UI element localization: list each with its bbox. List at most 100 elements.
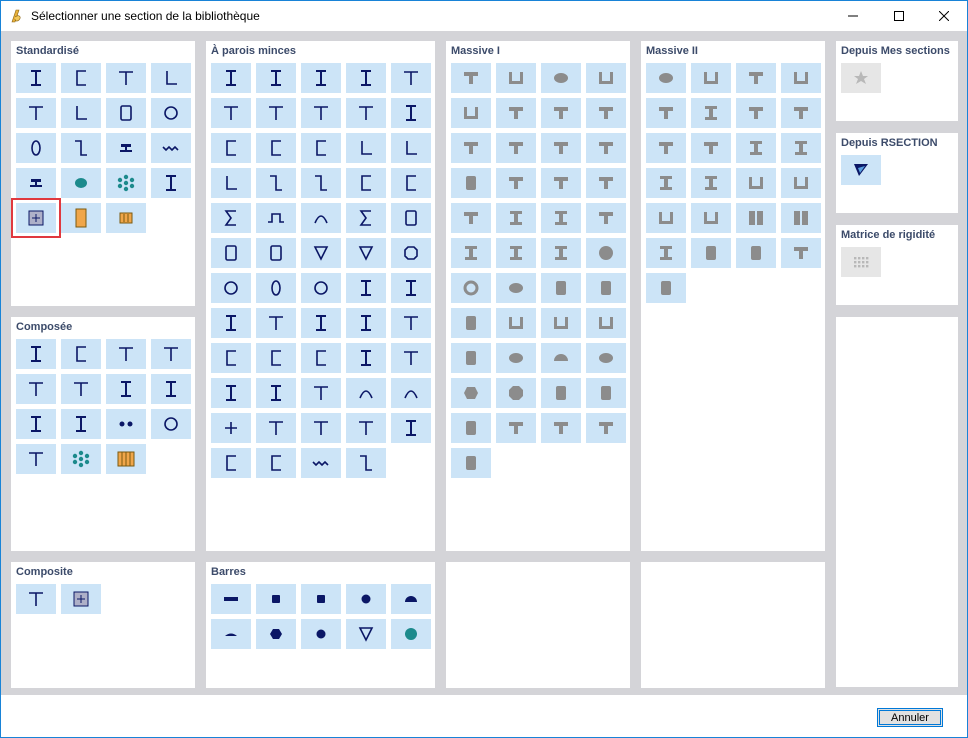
massive-i-section-button[interactable] [451,413,491,443]
massive-ii-section-button[interactable] [781,63,821,93]
a-parois-minces-section-button[interactable] [301,378,341,408]
composee-section-button[interactable] [106,339,146,369]
depuis-mes-sections-section-button[interactable] [841,63,881,93]
a-parois-minces-section-button[interactable] [391,168,431,198]
massive-i-section-button[interactable] [496,238,536,268]
barres-section-button[interactable] [346,619,386,649]
massive-i-section-button[interactable] [451,63,491,93]
massive-ii-section-button[interactable] [781,238,821,268]
standardise-section-button[interactable] [11,198,61,238]
massive-i-section-button[interactable] [496,63,536,93]
a-parois-minces-section-button[interactable] [391,98,431,128]
standardise-section-button[interactable] [61,63,101,93]
a-parois-minces-section-button[interactable] [301,203,341,233]
barres-section-button[interactable] [301,584,341,614]
massive-i-section-button[interactable] [541,168,581,198]
a-parois-minces-section-button[interactable] [211,308,251,338]
massive-ii-section-button[interactable] [781,133,821,163]
a-parois-minces-section-button[interactable] [391,273,431,303]
standardise-section-button[interactable] [16,63,56,93]
composee-section-button[interactable] [16,339,56,369]
composee-section-button[interactable] [106,444,146,474]
massive-ii-section-button[interactable] [736,168,776,198]
standardise-section-button[interactable] [106,63,146,93]
a-parois-minces-section-button[interactable] [301,168,341,198]
a-parois-minces-section-button[interactable] [391,203,431,233]
a-parois-minces-section-button[interactable] [211,413,251,443]
massive-i-section-button[interactable] [451,168,491,198]
a-parois-minces-section-button[interactable] [211,133,251,163]
massive-i-section-button[interactable] [496,203,536,233]
composee-section-button[interactable] [16,444,56,474]
massive-i-section-button[interactable] [541,343,581,373]
massive-i-section-button[interactable] [586,378,626,408]
standardise-section-button[interactable] [151,63,191,93]
massive-i-section-button[interactable] [496,98,536,128]
a-parois-minces-section-button[interactable] [301,343,341,373]
massive-i-section-button[interactable] [586,168,626,198]
massive-i-section-button[interactable] [586,308,626,338]
a-parois-minces-section-button[interactable] [211,98,251,128]
a-parois-minces-section-button[interactable] [256,133,296,163]
a-parois-minces-section-button[interactable] [301,308,341,338]
barres-section-button[interactable] [301,619,341,649]
standardise-section-button[interactable] [16,98,56,128]
close-button[interactable] [921,1,967,31]
a-parois-minces-section-button[interactable] [301,413,341,443]
a-parois-minces-section-button[interactable] [211,378,251,408]
a-parois-minces-section-button[interactable] [301,273,341,303]
massive-i-section-button[interactable] [586,413,626,443]
massive-ii-section-button[interactable] [781,168,821,198]
massive-i-section-button[interactable] [586,63,626,93]
massive-i-section-button[interactable] [586,343,626,373]
massive-ii-section-button[interactable] [646,63,686,93]
composite-section-button[interactable] [16,584,56,614]
a-parois-minces-section-button[interactable] [256,238,296,268]
massive-ii-section-button[interactable] [646,168,686,198]
massive-ii-section-button[interactable] [736,63,776,93]
a-parois-minces-section-button[interactable] [256,413,296,443]
a-parois-minces-section-button[interactable] [391,308,431,338]
massive-ii-section-button[interactable] [691,133,731,163]
massive-i-section-button[interactable] [496,413,536,443]
a-parois-minces-section-button[interactable] [301,98,341,128]
barres-section-button[interactable] [256,619,296,649]
a-parois-minces-section-button[interactable] [346,98,386,128]
a-parois-minces-section-button[interactable] [256,203,296,233]
a-parois-minces-section-button[interactable] [346,203,386,233]
composee-section-button[interactable] [106,374,146,404]
composee-section-button[interactable] [151,339,191,369]
a-parois-minces-section-button[interactable] [256,63,296,93]
standardise-section-button[interactable] [106,133,146,163]
composee-section-button[interactable] [61,444,101,474]
massive-ii-section-button[interactable] [781,98,821,128]
massive-i-section-button[interactable] [451,308,491,338]
massive-i-section-button[interactable] [541,63,581,93]
standardise-section-button[interactable] [151,168,191,198]
a-parois-minces-section-button[interactable] [346,273,386,303]
massive-i-section-button[interactable] [451,133,491,163]
a-parois-minces-section-button[interactable] [211,343,251,373]
composee-section-button[interactable] [61,409,101,439]
massive-i-section-button[interactable] [541,238,581,268]
standardise-section-button[interactable] [61,203,101,233]
massive-i-section-button[interactable] [541,203,581,233]
a-parois-minces-section-button[interactable] [391,343,431,373]
standardise-section-button[interactable] [61,168,101,198]
a-parois-minces-section-button[interactable] [391,378,431,408]
composee-section-button[interactable] [106,409,146,439]
a-parois-minces-section-button[interactable] [391,133,431,163]
massive-ii-section-button[interactable] [736,98,776,128]
standardise-section-button[interactable] [61,133,101,163]
standardise-section-button[interactable] [151,133,191,163]
massive-i-section-button[interactable] [451,378,491,408]
a-parois-minces-section-button[interactable] [256,273,296,303]
massive-ii-section-button[interactable] [691,63,731,93]
a-parois-minces-section-button[interactable] [301,63,341,93]
massive-i-section-button[interactable] [451,273,491,303]
a-parois-minces-section-button[interactable] [346,343,386,373]
a-parois-minces-section-button[interactable] [346,308,386,338]
a-parois-minces-section-button[interactable] [256,98,296,128]
standardise-section-button[interactable] [16,168,56,198]
massive-ii-section-button[interactable] [646,238,686,268]
